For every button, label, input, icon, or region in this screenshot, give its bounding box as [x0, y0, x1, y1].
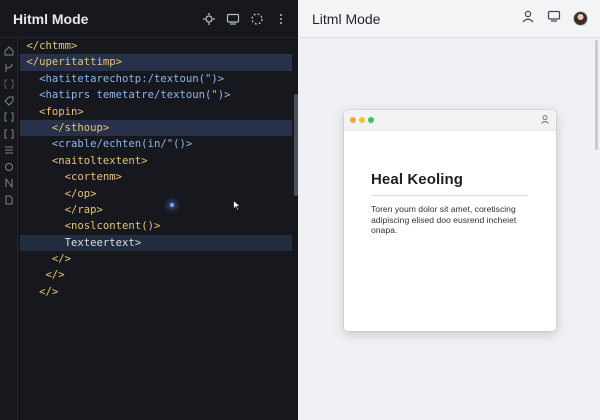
- file-icon[interactable]: [0, 192, 18, 209]
- code-text: </op>: [64, 187, 97, 200]
- code-text: <fopin>: [39, 105, 84, 118]
- cursor-glow: [170, 203, 174, 207]
- code-line[interactable]: </sthoup>: [20, 119, 292, 137]
- code-text: Texteertext>: [64, 236, 142, 249]
- code-text: <hatitetarechotp:/textoun(")>: [39, 72, 225, 85]
- avatar[interactable]: [573, 11, 588, 26]
- circle-icon[interactable]: [0, 159, 18, 176]
- code-line[interactable]: Texteertext>: [20, 234, 292, 252]
- code-line[interactable]: <cortenm>: [20, 169, 292, 185]
- code-text: <cortenm>: [64, 171, 123, 184]
- preview-window: Heal Keoling Toren youm dolor sit amet, …: [344, 110, 556, 331]
- code-text: <hatiprs temetatre/textoun(")>: [39, 89, 231, 102]
- gear-icon[interactable]: [202, 12, 216, 26]
- window-close-dot[interactable]: [350, 117, 356, 123]
- tag-icon[interactable]: [0, 93, 18, 110]
- code-line[interactable]: </>: [20, 284, 292, 300]
- editor-body: </chtmm> </uperitattimp> <hatitetarechot…: [0, 38, 298, 420]
- more-icon[interactable]: [274, 12, 288, 26]
- loader-icon[interactable]: [250, 12, 264, 26]
- bracket-icon[interactable]: [0, 109, 18, 126]
- preview-header: Litml Mode: [298, 0, 600, 38]
- divider: [371, 195, 528, 196]
- preview-title: Litml Mode: [312, 10, 381, 27]
- page-heading: Heal Keoling: [371, 171, 464, 188]
- code-text: </>: [51, 253, 72, 266]
- code-text: </chtmm>: [26, 40, 78, 52]
- user-icon[interactable]: [521, 9, 535, 28]
- preview-pane: Litml Mode Heal Keoling Toren youm dolor…: [298, 0, 600, 420]
- code-line[interactable]: </rap>: [20, 202, 292, 218]
- n-icon[interactable]: [0, 175, 18, 192]
- branch-icon[interactable]: [0, 60, 18, 77]
- code-line[interactable]: </op>: [20, 186, 292, 202]
- code-line[interactable]: <hatitetarechotp:/textoun(")>: [20, 71, 292, 87]
- editor-header: Hitml Mode: [0, 0, 298, 38]
- code-line[interactable]: </chtmm>: [20, 38, 292, 54]
- code-line[interactable]: </uperitattimp>: [20, 54, 292, 71]
- preview-scrollbar[interactable]: [595, 40, 598, 150]
- code-editor-pane: Hitml Mode </chtmm> </uperitattimp> <hat…: [0, 0, 298, 420]
- preview-toolbar: [521, 9, 588, 28]
- editor-toolbar: [202, 12, 288, 26]
- gutter: [0, 38, 18, 420]
- code-text: </rap>: [64, 203, 103, 216]
- user-icon[interactable]: [540, 111, 550, 129]
- code-text: <crable/echten(in/"()>: [51, 138, 193, 151]
- code-line[interactable]: </>: [20, 267, 292, 283]
- code-text: <naitoltextent>: [51, 154, 148, 167]
- code-line[interactable]: <fopin>: [20, 104, 292, 120]
- code-text: </uperitattimp>: [26, 56, 123, 69]
- code-line[interactable]: <hatiprs temetatre/textoun(")>: [20, 87, 292, 103]
- window-minimize-dot[interactable]: [359, 117, 365, 123]
- code-line[interactable]: <crable/echten(in/"()>: [20, 136, 292, 152]
- body-text: Toren youm dolor sit amet, coretiscing a…: [371, 204, 517, 235]
- monitor-icon[interactable]: [547, 9, 561, 28]
- bracket-icon[interactable]: [0, 126, 18, 143]
- window-titlebar: [344, 110, 556, 131]
- code-text: <noslcontent()>: [64, 220, 161, 233]
- code-line[interactable]: </>: [20, 251, 292, 267]
- bracket-icon[interactable]: [0, 76, 18, 93]
- code-text: </sthoup>: [51, 121, 110, 134]
- list-icon[interactable]: [0, 142, 18, 159]
- editor-title: Hitml Mode: [13, 10, 89, 27]
- mouse-pointer-icon: [233, 198, 242, 216]
- code-area[interactable]: </chtmm> </uperitattimp> <hatitetarechot…: [20, 38, 292, 420]
- window-content: Heal Keoling Toren youm dolor sit amet, …: [344, 131, 556, 236]
- code-text: </>: [39, 285, 59, 298]
- code-line[interactable]: <naitoltextent>: [20, 153, 292, 169]
- code-line[interactable]: <noslcontent()>: [20, 218, 292, 234]
- monitor-icon[interactable]: [226, 12, 240, 26]
- home-icon[interactable]: [0, 43, 18, 60]
- code-text: </>: [45, 269, 65, 282]
- window-maximize-dot[interactable]: [368, 117, 374, 123]
